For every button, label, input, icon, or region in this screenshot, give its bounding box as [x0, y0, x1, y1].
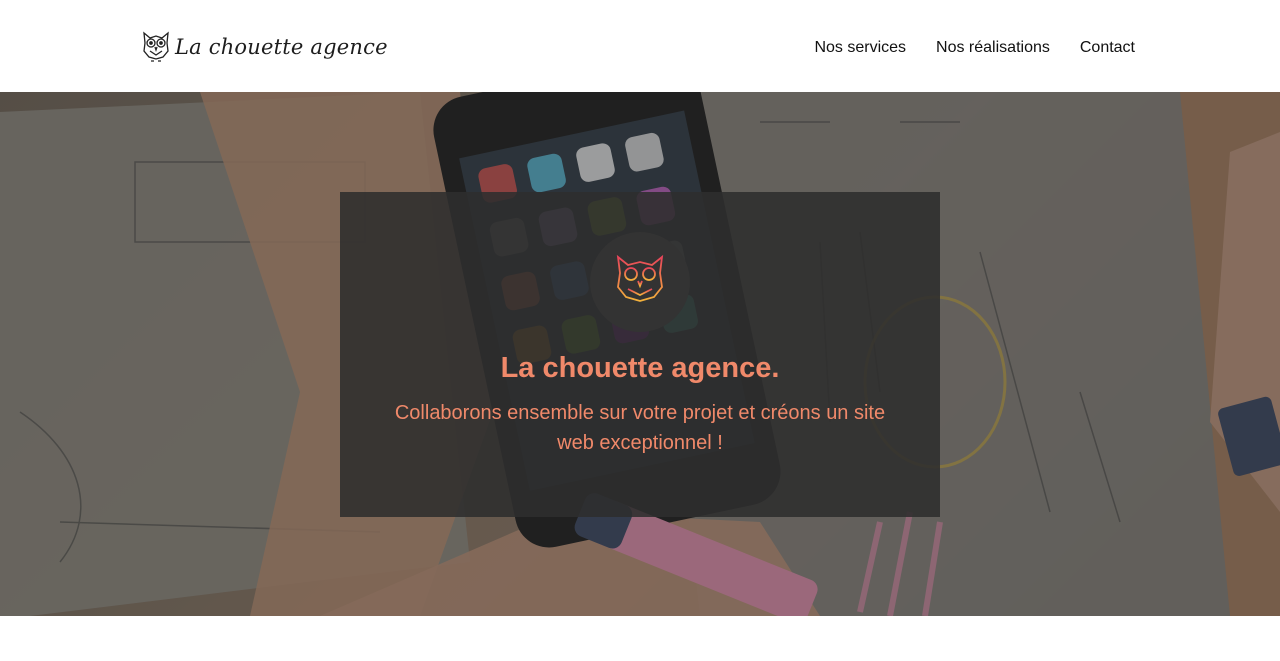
site-header: La chouette agence Nos services Nos réal… — [0, 0, 1280, 92]
page-content-start — [0, 616, 1280, 661]
owl-icon — [616, 254, 664, 308]
nav-item-contact[interactable]: Contact — [1080, 38, 1135, 58]
hero-card: La chouette agence. Collaborons ensemble… — [340, 192, 940, 517]
hero-title: La chouette agence. — [500, 352, 780, 384]
main-nav: Nos services Nos réalisations Contact — [814, 38, 1135, 58]
hero-subtitle: Collaborons ensemble sur votre projet et… — [394, 402, 886, 454]
nav-item-realisations[interactable]: Nos réalisations — [936, 38, 1050, 58]
owl-logo-icon — [143, 31, 169, 62]
hero-badge — [590, 232, 690, 332]
logo-link[interactable]: La chouette agence — [141, 29, 388, 65]
nav-item-services[interactable]: Nos services — [814, 38, 906, 58]
hero-banner: La chouette agence. Collaborons ensemble… — [0, 92, 1280, 616]
logo-text: La chouette agence — [175, 35, 388, 59]
